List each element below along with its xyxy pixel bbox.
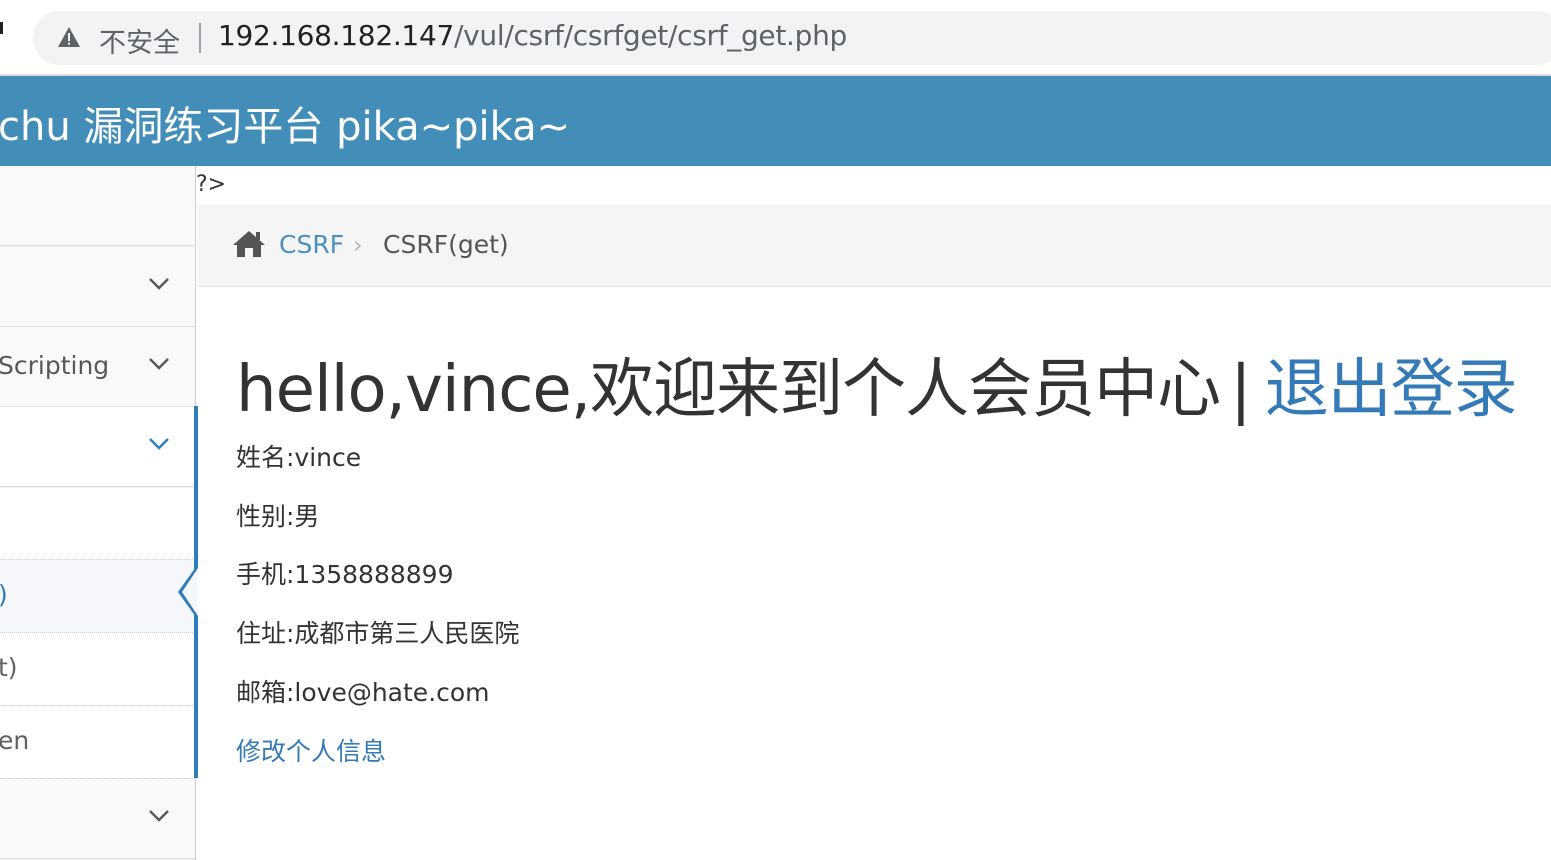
breadcrumb-current: CSRF(get) <box>383 230 509 259</box>
app-title[interactable]: chu 漏洞练习平台 pika~pika~ <box>0 94 570 152</box>
home-icon[interactable] <box>231 229 267 259</box>
sidebar-subitem-csrf-token[interactable]: en <box>0 706 195 779</box>
profile-gender: 性别:男 <box>236 502 320 531</box>
sidebar-subitem-csrf-get[interactable]: ) <box>0 560 195 633</box>
sidebar-subitem-label: t) <box>0 653 18 682</box>
url-text[interactable]: 192.168.182.147/vul/csrf/csrfget/csrf_ge… <box>218 19 847 52</box>
breadcrumb: CSRF › CSRF(get) <box>197 205 1551 287</box>
welcome-heading: hello,vince,欢迎来到个人会员中心 | 退出登录 <box>236 338 1518 430</box>
sidebar-subitem-overview[interactable] <box>0 488 195 560</box>
omnibox-divider <box>199 23 201 53</box>
breadcrumb-separator: › <box>353 231 363 259</box>
security-label[interactable]: 不安全 <box>99 21 180 60</box>
sidebar-item-1[interactable] <box>0 247 195 327</box>
chevron-down-icon <box>149 810 169 822</box>
profile-phone: 手机:1358888899 <box>236 560 454 589</box>
edit-profile-link[interactable]: 修改个人信息 <box>236 732 386 768</box>
welcome-text: hello,vince,欢迎来到个人会员中心 <box>236 353 1221 427</box>
omnibox[interactable]: 不安全 192.168.182.147/vul/csrf/csrfget/csr… <box>33 11 1551 65</box>
logout-link[interactable]: 退出登录 <box>1265 353 1518 427</box>
browser-address-bar: 不安全 192.168.182.147/vul/csrf/csrfget/csr… <box>0 0 1551 76</box>
active-item-caret-inner <box>182 568 198 616</box>
app-header: chu 漏洞练习平台 pika~pika~ <box>0 76 1551 166</box>
warning-icon[interactable] <box>57 26 81 48</box>
profile-email: 邮箱:love@hate.com <box>236 678 490 707</box>
welcome-divider: | <box>1230 353 1252 427</box>
breadcrumb-link-csrf[interactable]: CSRF <box>279 230 344 259</box>
chevron-down-icon <box>149 358 169 370</box>
chevron-down-icon <box>149 278 169 290</box>
window-edge <box>0 22 3 34</box>
profile-name: 姓名:vince <box>236 443 362 472</box>
sidebar-item-top[interactable] <box>0 166 195 246</box>
sidebar: Scripting ) t) en <box>0 166 196 860</box>
sidebar-item-next[interactable] <box>0 779 195 859</box>
sidebar-subitem-label: en <box>0 726 30 755</box>
profile-address: 住址:成都市第三人民医院 <box>236 619 520 648</box>
stray-php-text: ?> <box>196 172 227 197</box>
sidebar-subitem-label: ) <box>0 580 8 609</box>
chevron-down-icon <box>149 438 169 450</box>
sidebar-item-xss[interactable]: Scripting <box>0 327 195 407</box>
url-host: 192.168.182.147 <box>218 19 454 52</box>
sidebar-subitem-csrf-post[interactable]: t) <box>0 633 195 706</box>
sidebar-item-csrf[interactable] <box>0 407 195 487</box>
url-path: /vul/csrf/csrfget/csrf_get.php <box>453 19 848 52</box>
sidebar-item-label: Scripting <box>0 351 110 380</box>
